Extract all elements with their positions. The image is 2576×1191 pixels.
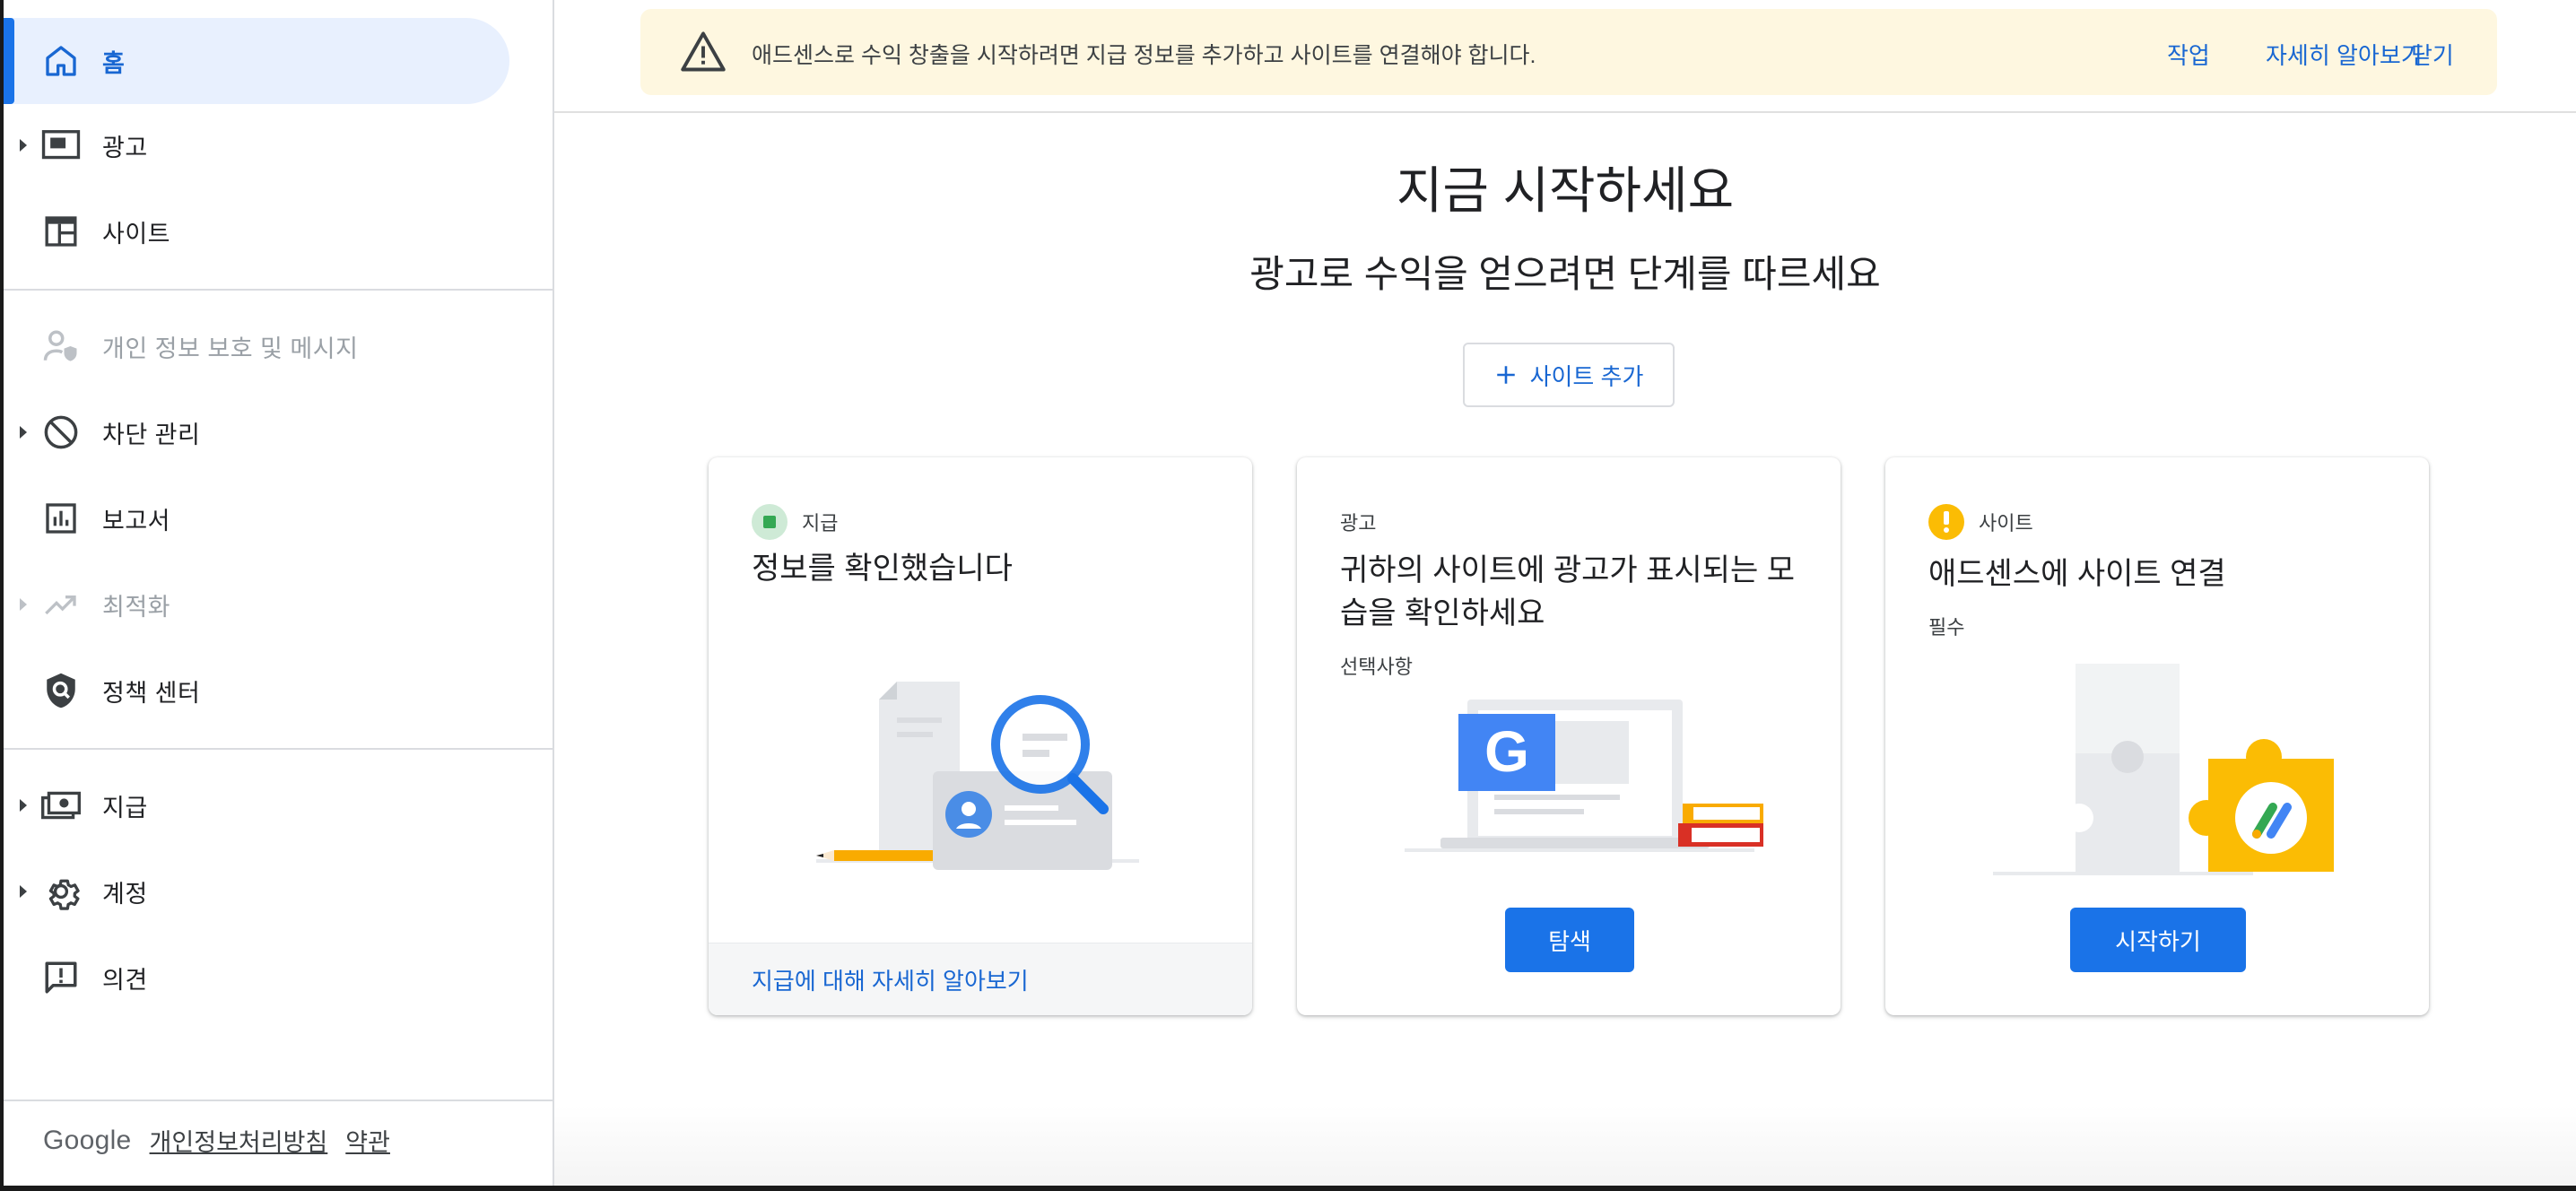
sidebar-item-policy-center[interactable]: 정책 센터 [0,648,553,734]
card-title: 애드센스에 사이트 연결 [1928,557,2226,591]
sidebar-item-reports[interactable]: 보고서 [0,475,553,561]
sidebar-divider [4,748,553,750]
connect-site-card: 사이트 애드센스에 사이트 연결 필수 시작하기 [1885,457,2429,1015]
banner-learn-more-link[interactable]: 자세히 알아보기 [2266,38,2423,71]
expand-arrow-icon[interactable] [20,426,27,439]
sidebar-item-label: 정책 센터 [102,679,201,707]
ads-icon [39,124,83,167]
card-tag: 광고 [1340,512,1377,535]
sidebar-item-label: 광고 [102,134,148,161]
sidebar-item-label: 차단 관리 [102,421,201,448]
explore-button[interactable]: 탐색 [1505,908,1634,972]
main-content: 애드센스로 수익 창출을 시작하려면 지급 정보를 추가하고 사이트를 연결해야… [554,0,2576,1186]
expand-arrow-icon [20,598,27,611]
banner-dismiss-button[interactable]: 닫기 [2411,38,2454,71]
banner-divider [554,111,2576,113]
banner-action-button[interactable]: 작업 [2167,38,2210,71]
payments-illustration-icon [816,682,1139,870]
privacy-policy-link[interactable]: 개인정보처리방침 [150,1123,328,1158]
add-site-label: 사이트 추가 [1529,362,1644,390]
sidebar-item-ads[interactable]: 광고 [0,102,553,188]
sidebar-item-sites[interactable]: 사이트 [0,188,553,274]
warning-status-icon [1928,504,1964,540]
active-indicator [4,18,14,104]
banner-message: 애드센스로 수익 창출을 시작하려면 지급 정보를 추가하고 사이트를 연결해야… [752,43,1536,68]
window-bottom-edge [0,1186,2576,1191]
payments-learn-more-link[interactable]: 지급에 대해 자세히 알아보기 [752,963,1029,996]
expand-arrow-icon[interactable] [20,799,27,812]
sidebar-item-optimization: 최적화 [0,561,553,648]
sidebar-item-payments[interactable]: 지급 [0,762,553,848]
privacy-icon [39,325,83,368]
card-subtitle: 선택사항 [1340,656,1413,678]
card-tag: 지급 [802,512,839,535]
get-started-button[interactable]: 시작하기 [2070,908,2246,972]
sidebar-footer: Google 개인정보처리방침 약관 [43,1123,390,1158]
card-tag: 사이트 [1979,512,2033,535]
success-status-icon [752,504,788,540]
plus-icon [1496,366,1515,384]
terms-link[interactable]: 약관 [345,1123,390,1158]
sidebar-item-feedback[interactable]: 의견 [0,935,553,1021]
bottom-fade [554,1105,2576,1186]
sidebar-item-account[interactable]: 계정 [0,848,553,935]
gear-icon [39,870,83,913]
expand-arrow-icon[interactable] [20,885,27,898]
optimization-icon [39,583,83,626]
google-logo: Google [43,1125,132,1155]
card-title: 귀하의 사이트에 광고가 표시되는 모습을 확인하세요 [1340,553,1795,630]
payments-card: 지급 정보를 확인했습니다 지급에 대해 자세히 알아보기 [709,457,1252,1015]
sidebar-item-label: 보고서 [102,507,171,535]
sidebar-item-label: 개인 정보 보호 및 메시지 [102,335,359,362]
sidebar-item-label: 의견 [102,966,148,994]
home-icon [39,39,83,83]
sidebar-item-label: 최적화 [102,593,171,621]
warning-icon [680,29,727,75]
sites-icon [39,210,83,253]
sidebar-item-label: 홈 [102,49,126,77]
svg-text:G: G [1484,719,1529,784]
sidebar-item-label: 지급 [102,794,148,822]
reports-icon [39,497,83,540]
card-subtitle: 필수 [1928,616,1965,639]
payments-icon [39,784,83,827]
sidebar-item-home[interactable]: 홈 [0,18,553,104]
sidebar: 홈 광고 사이트 개인 정보 보호 및 메시지 차단 관리 보고서 최적화 정책… [0,0,554,1186]
connect-site-illustration-icon [1993,664,2334,875]
block-icon [39,411,83,454]
policy-shield-icon [39,669,83,712]
notification-banner: 애드센스로 수익 창출을 시작하려면 지급 정보를 추가하고 사이트를 연결해야… [640,9,2497,95]
feedback-icon [39,956,83,999]
sidebar-divider [4,1100,553,1101]
ads-illustration-icon: G [1405,700,1763,852]
sidebar-divider [4,289,553,291]
card-title: 정보를 확인했습니다 [752,552,1013,586]
ads-preview-card: 광고 귀하의 사이트에 광고가 표시되는 모습을 확인하세요 선택사항 G 탐색 [1297,457,1841,1015]
sidebar-item-privacy-messaging: 개인 정보 보호 및 메시지 [0,303,553,389]
sidebar-item-blocking-controls[interactable]: 차단 관리 [0,389,553,475]
sidebar-item-label: 계정 [102,880,148,908]
card-footer: 지급에 대해 자세히 알아보기 [709,943,1252,1015]
adsense-app: 홈 광고 사이트 개인 정보 보호 및 메시지 차단 관리 보고서 최적화 정책… [0,0,2576,1191]
page-subtitle: 광고로 수익을 얻으려면 단계를 따르세요 [1249,253,1881,295]
add-site-button[interactable]: 사이트 추가 [1463,343,1675,407]
expand-arrow-icon[interactable] [20,139,27,152]
page-title: 지금 시작하세요 [1396,162,1735,219]
sidebar-item-label: 사이트 [102,220,171,248]
